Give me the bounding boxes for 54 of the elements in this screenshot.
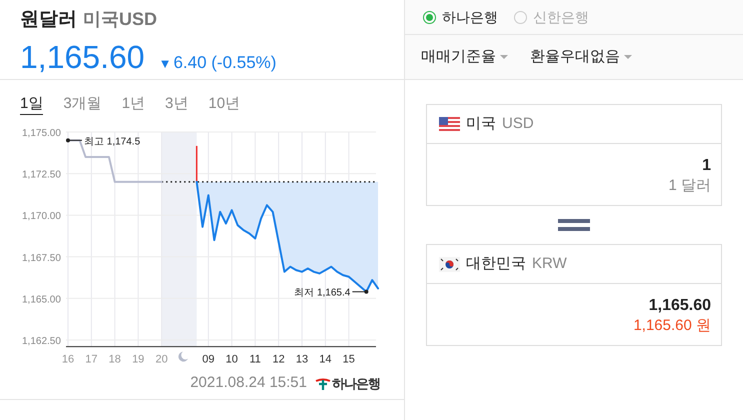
annotation-label: 최저 1,165.4 [294, 288, 350, 299]
x-axis-label: 14 [319, 354, 332, 366]
caret-icon [500, 54, 508, 60]
moon-icon [178, 352, 188, 362]
x-axis-label: 19 [132, 354, 144, 366]
dropdown[interactable]: 매매기준율 [421, 46, 508, 68]
leader-line [352, 290, 368, 294]
currency-code: KRW [532, 254, 567, 274]
x-axis-label: 15 [342, 354, 355, 366]
y-axis-label: 1,162.50 [22, 336, 61, 347]
period-tab[interactable]: 3개월 [63, 93, 102, 115]
timestamp: 2021.08.24 15:51 [190, 373, 307, 394]
period-tab[interactable]: 1일 [20, 93, 44, 115]
period-tab[interactable]: 3년 [165, 93, 188, 115]
leader-line [66, 138, 82, 142]
x-axis-label: 12 [272, 354, 285, 366]
bank-logo-icon [315, 376, 331, 390]
currency-title: 원달러 [20, 8, 77, 32]
bank-logo-text: 하나은행 [332, 374, 380, 393]
country-name: 미국 [466, 114, 496, 134]
y-axis-label: 1,170.00 [22, 211, 61, 222]
period-tab[interactable]: 10년 [208, 93, 240, 115]
country-name: 대한민국 [466, 254, 526, 274]
y-axis-label: 1,167.50 [22, 252, 61, 264]
x-axis-label: 18 [108, 354, 121, 366]
currency-subtitle: 미국USD [83, 8, 158, 31]
amount-text: 1,165.60 원 [633, 316, 711, 336]
flag-icon [439, 116, 460, 132]
period-tab[interactable]: 1년 [122, 93, 146, 115]
amount-value: 1,165.60 [648, 296, 711, 316]
equals-icon [558, 219, 590, 231]
amount-value: 1 [702, 156, 711, 176]
open-tick-line [196, 146, 198, 182]
x-axis-label: 10 [226, 354, 238, 366]
y-axis-label: 1,172.50 [22, 170, 61, 181]
x-axis-label: 17 [85, 354, 98, 366]
x-axis-label: 13 [296, 354, 308, 366]
annotation-label: 최고 1,174.5 [84, 136, 140, 148]
current-price: 1,165.60 [20, 38, 145, 76]
flag-icon [439, 256, 460, 272]
x-axis-label: 09 [202, 354, 215, 366]
bank-radio[interactable]: 하나은행 [423, 6, 498, 28]
y-axis-label: 1,165.00 [22, 294, 61, 306]
x-axis-label: 16 [62, 354, 74, 366]
bank-radio[interactable]: 신한은행 [514, 6, 589, 28]
amount-text: 1 달러 [668, 176, 711, 196]
caret-icon [624, 54, 632, 60]
currency-code: USD [502, 114, 534, 134]
price-change: 6.40 (-0.55%) [173, 52, 276, 74]
x-axis-label: 11 [250, 354, 261, 366]
down-arrow-icon: ▼ [158, 54, 172, 73]
y-axis-label: 1,175.00 [22, 128, 61, 139]
dropdown[interactable]: 환율우대없음 [530, 46, 632, 68]
x-axis-label: 20 [155, 354, 168, 366]
